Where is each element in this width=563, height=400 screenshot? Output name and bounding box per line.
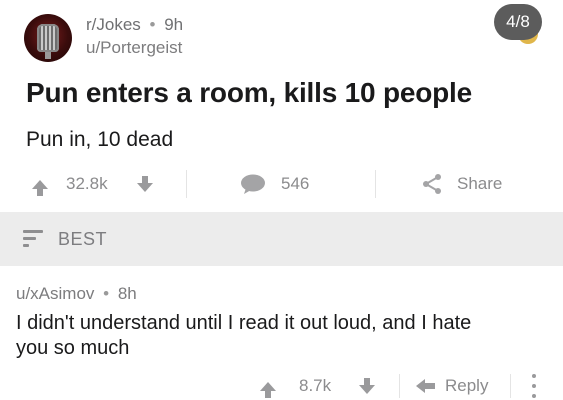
reply-arrow-icon bbox=[416, 378, 436, 394]
arrow-up-icon bbox=[259, 377, 277, 398]
meta-separator: • bbox=[149, 15, 156, 34]
action-divider bbox=[399, 374, 400, 398]
comment-meta: u/xAsimov • 8h bbox=[16, 283, 137, 305]
reply-button[interactable]: Reply bbox=[416, 372, 488, 400]
downvote-button[interactable] bbox=[136, 164, 154, 204]
kebab-menu-icon[interactable] bbox=[531, 374, 537, 398]
comment-score: 8.7k bbox=[299, 376, 332, 395]
comment-sort-bar[interactable]: BEST bbox=[0, 212, 563, 266]
comment-downvote-button[interactable] bbox=[358, 372, 376, 400]
meta-separator: • bbox=[103, 284, 110, 303]
action-divider bbox=[510, 374, 511, 398]
action-divider bbox=[375, 170, 376, 198]
comment-count[interactable]: 546 bbox=[281, 164, 309, 204]
post-header: r/Jokes • 9h u/Portergeist bbox=[24, 12, 544, 64]
post-meta: r/Jokes • 9h u/Portergeist bbox=[86, 14, 183, 59]
comment-body-text: I didn't understand until I read it out … bbox=[16, 312, 472, 359]
speech-bubble-icon bbox=[241, 174, 265, 194]
comment-age: 8h bbox=[117, 284, 137, 303]
microphone-icon bbox=[37, 24, 59, 59]
comment-upvote-button[interactable] bbox=[259, 372, 277, 400]
post-meta-line: r/Jokes • 9h bbox=[86, 14, 183, 36]
sort-label: BEST bbox=[58, 229, 108, 249]
upvote-button[interactable] bbox=[31, 164, 49, 204]
reply-label: Reply bbox=[445, 376, 489, 395]
action-divider bbox=[186, 170, 187, 198]
gallery-position-badge: 4/8 bbox=[494, 4, 542, 40]
comment-author-link[interactable]: u/xAsimov bbox=[16, 284, 94, 303]
arrow-down-icon bbox=[136, 175, 154, 193]
post-age: 9h bbox=[164, 15, 184, 34]
arrow-down-icon bbox=[358, 377, 376, 395]
arrow-up-icon bbox=[31, 175, 49, 196]
comments-button[interactable] bbox=[240, 164, 266, 204]
subreddit-link[interactable]: r/Jokes bbox=[86, 15, 141, 34]
sort-lines-icon bbox=[23, 230, 43, 248]
subreddit-avatar[interactable] bbox=[24, 14, 72, 62]
share-label: Share bbox=[457, 174, 503, 193]
share-icon bbox=[423, 174, 441, 194]
post-body-text: Pun in, 10 dead bbox=[26, 128, 174, 151]
share-button[interactable]: Share bbox=[421, 164, 502, 204]
post-action-bar: 32.8k 546 Share bbox=[0, 164, 563, 204]
post-author-link[interactable]: u/Portergeist bbox=[86, 37, 183, 59]
post-title[interactable]: Pun enters a room, kills 10 people bbox=[26, 76, 472, 110]
post-score: 32.8k bbox=[66, 174, 108, 193]
comment-action-bar: 8.7k Reply bbox=[0, 372, 563, 400]
